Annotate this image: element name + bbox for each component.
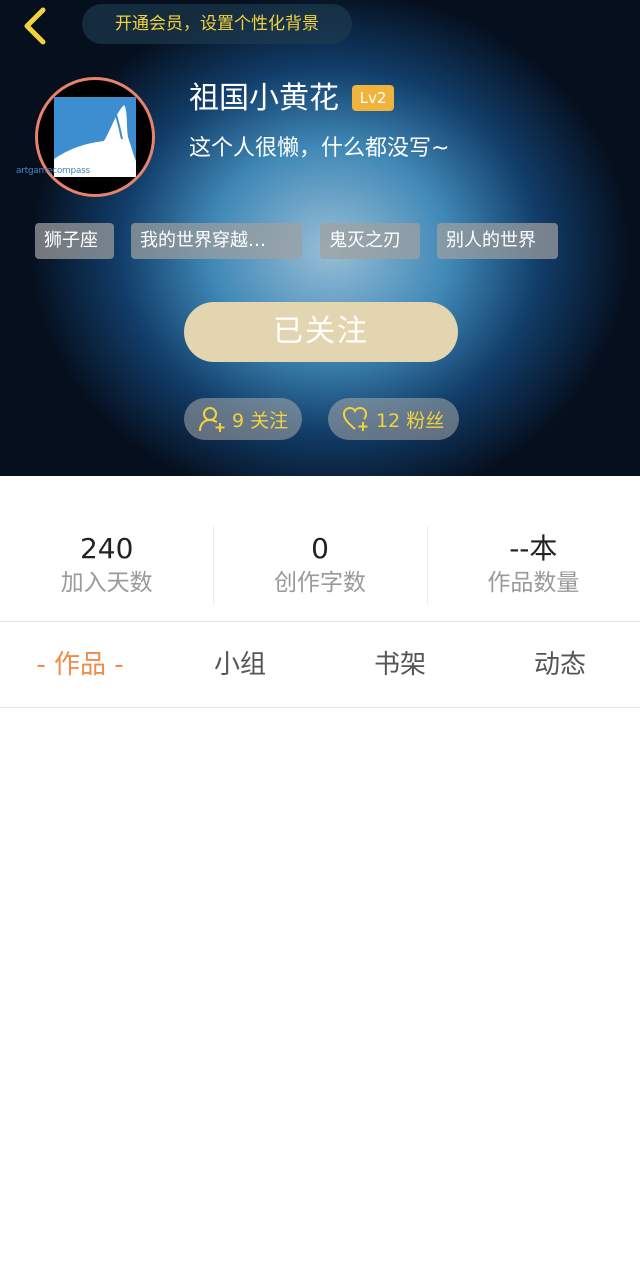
avatar[interactable] bbox=[35, 77, 155, 197]
tag-item[interactable]: 鬼灭之刃 bbox=[320, 223, 420, 259]
follow-button[interactable]: 已关注 bbox=[184, 302, 458, 362]
tab-bookshelf[interactable]: 书架 bbox=[320, 622, 480, 707]
stat-label: 加入天数 bbox=[60, 570, 153, 596]
stat-join-days: 240 加入天数 bbox=[0, 476, 213, 621]
tab-content-area bbox=[0, 709, 640, 1272]
tag-item[interactable]: 我的世界穿越… bbox=[131, 223, 302, 259]
following-pill[interactable]: 9 关注 bbox=[184, 398, 302, 440]
tab-groups[interactable]: 小组 bbox=[160, 622, 320, 707]
profile-tabs: - 作品 - 小组 书架 动态 bbox=[0, 622, 640, 708]
stat-value: --本 bbox=[509, 532, 558, 565]
tag-item[interactable]: 狮子座 bbox=[35, 223, 114, 259]
tab-works[interactable]: - 作品 - bbox=[0, 622, 160, 707]
tag-item[interactable]: 别人的世界 bbox=[437, 223, 558, 259]
level-badge: Lv2 bbox=[352, 85, 394, 111]
tab-activity[interactable]: 动态 bbox=[480, 622, 640, 707]
stat-label: 作品数量 bbox=[487, 570, 580, 596]
user-plus-icon bbox=[198, 405, 226, 433]
following-count: 9 关注 bbox=[232, 409, 289, 432]
stat-word-count: 0 创作字数 bbox=[213, 476, 426, 621]
user-bio: 这个人很懒，什么都没写~ bbox=[189, 136, 450, 161]
stat-value: 0 bbox=[311, 532, 329, 565]
vip-background-banner[interactable]: 开通会员，设置个性化背景 bbox=[82, 4, 352, 44]
stats-row: 240 加入天数 0 创作字数 --本 作品数量 bbox=[0, 476, 640, 622]
profile-header: 开通会员，设置个性化背景 artgamecompass 祖国小黄花 Lv2 这个… bbox=[0, 0, 640, 476]
avatar-image bbox=[54, 97, 136, 177]
avatar-caption: artgamecompass bbox=[16, 166, 90, 176]
stat-works-count: --本 作品数量 bbox=[426, 476, 640, 621]
stat-label: 创作字数 bbox=[273, 570, 366, 596]
username: 祖国小黄花 bbox=[189, 81, 339, 116]
fans-count: 12 粉丝 bbox=[376, 409, 445, 432]
chevron-left-icon bbox=[24, 7, 46, 45]
back-button[interactable] bbox=[12, 4, 56, 48]
stat-value: 240 bbox=[79, 532, 134, 565]
heart-plus-icon bbox=[342, 405, 370, 433]
fans-pill[interactable]: 12 粉丝 bbox=[328, 398, 459, 440]
